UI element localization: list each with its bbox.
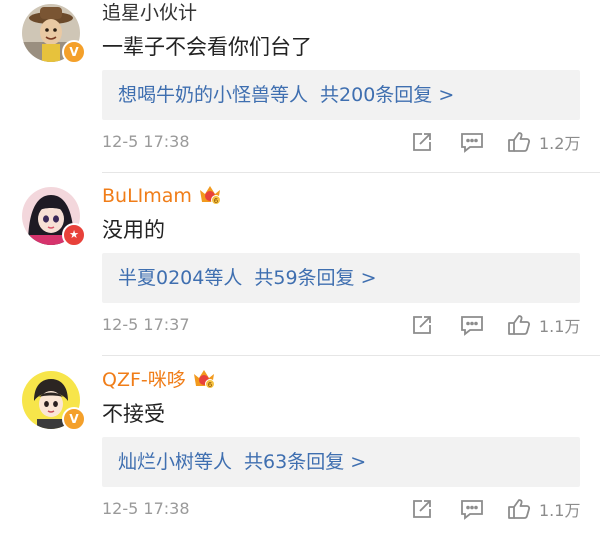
share-button[interactable] [411,496,433,522]
like-count: 1.1万 [539,317,581,336]
comment-item: V QZF-咪哆 6 不接受 灿烂小树等人 共63条回复 > 12-5 17:38 [0,367,600,545]
reply-count: 共63条回复 > [244,451,367,473]
username-text: 追星小伙计 [102,2,198,24]
username[interactable]: BuLImam 6 [102,183,222,209]
comment-icon [461,133,483,153]
like-button[interactable]: 1.1万 [507,312,580,338]
share-icon [413,316,431,334]
vip-crown-icon: 6 [193,370,215,389]
comment-item: ★ BuLImam 6 没用的 半夏0204等人 共59条回复 > 12-5 17… [0,183,600,361]
reply-count: 共200条回复 > [320,84,455,106]
verified-v-badge-icon: V [62,40,86,64]
like-button[interactable]: 1.2万 [507,129,580,155]
thumbs-up-icon [508,132,531,152]
username[interactable]: 追星小伙计 [102,0,197,26]
like-count: 1.1万 [539,501,581,520]
replies-link[interactable]: 半夏0204等人 共59条回复 > [102,253,580,303]
comment-icon [461,500,483,520]
username-text: QZF-咪哆 [102,369,186,391]
comment-text: 不接受 [102,402,165,426]
comment-button[interactable] [460,312,484,338]
reply-names: 想喝牛奶的小怪兽等人 [118,84,309,106]
reply-count: 共59条回复 > [254,267,377,289]
comment-button[interactable] [460,496,484,522]
svg-text:6: 6 [208,381,213,389]
verified-v-badge-icon: V [62,407,86,431]
reply-names: 灿烂小树等人 [118,451,233,473]
share-button[interactable] [411,129,433,155]
svg-text:6: 6 [214,197,219,205]
comment-text: 没用的 [102,218,165,242]
comment-button[interactable] [460,129,484,155]
comment-icon [461,316,483,336]
thumbs-up-icon [508,499,531,519]
like-count: 1.2万 [539,134,581,153]
red-star-badge-icon: ★ [62,223,86,247]
replies-link[interactable]: 想喝牛奶的小怪兽等人 共200条回复 > [102,70,580,120]
replies-link[interactable]: 灿烂小树等人 共63条回复 > [102,437,580,487]
timestamp: 12-5 17:37 [102,315,190,334]
timestamp: 12-5 17:38 [102,499,190,518]
divider [102,172,600,173]
reply-names: 半夏0204等人 [118,267,243,289]
share-icon [413,500,431,518]
divider [102,355,600,356]
thumbs-up-icon [508,315,531,335]
vip-crown-icon: 6 [199,186,221,205]
share-button[interactable] [411,312,433,338]
timestamp: 12-5 17:38 [102,132,190,151]
username-text: BuLImam [102,185,192,207]
like-button[interactable]: 1.1万 [507,496,580,522]
username[interactable]: QZF-咪哆 6 [102,367,216,393]
comment-item: V 追星小伙计 一辈子不会看你们台了 想喝牛奶的小怪兽等人 共200条回复 > 1… [0,0,600,178]
comment-text: 一辈子不会看你们台了 [102,35,312,59]
share-icon [413,133,431,151]
